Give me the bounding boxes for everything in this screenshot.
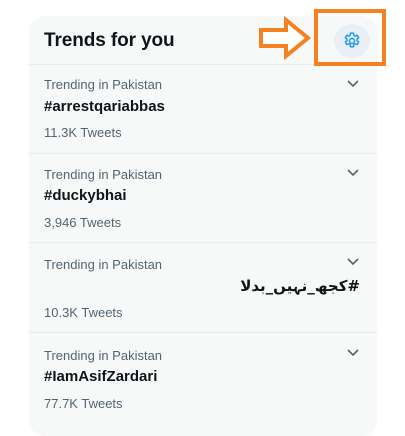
trend-item[interactable]: Trending in Pakistan #IamAsifZardari 77.… [29, 333, 377, 423]
trend-count: 11.3K Tweets [44, 125, 122, 140]
gear-icon [344, 32, 360, 48]
chevron-down-icon[interactable] [346, 79, 360, 89]
trend-name: #arrestqariabbas [44, 98, 165, 115]
trend-name: #كجھ_نہیں_بدلا [240, 277, 360, 295]
trends-panel: Trends for you Trending in Pakistan #arr… [29, 16, 377, 436]
trend-context: Trending in Pakistan [44, 167, 163, 182]
trend-name: #duckybhai [44, 187, 127, 204]
trend-context: Trending in Pakistan [44, 348, 163, 363]
trend-context: Trending in Pakistan [44, 77, 163, 92]
chevron-down-icon[interactable] [346, 257, 360, 267]
trend-name: #IamAsifZardari [44, 368, 158, 385]
trend-count: 10.3K Tweets [44, 305, 123, 320]
trend-count: 3,946 Tweets [44, 215, 122, 230]
trend-item[interactable]: Trending in Pakistan #arrestqariabbas 11… [29, 65, 377, 154]
chevron-down-icon[interactable] [346, 348, 360, 358]
trend-count: 77.7K Tweets [44, 396, 123, 411]
settings-button[interactable] [334, 24, 370, 58]
trend-context: Trending in Pakistan [44, 257, 163, 272]
chevron-down-icon[interactable] [346, 168, 360, 178]
trend-item[interactable]: Trending in Pakistan #كجھ_نہیں_بدلا 10.3… [29, 243, 377, 333]
trends-header: Trends for you [29, 16, 377, 65]
trend-item[interactable]: Trending in Pakistan #duckybhai 3,946 Tw… [29, 154, 377, 243]
panel-title: Trends for you [44, 30, 175, 51]
